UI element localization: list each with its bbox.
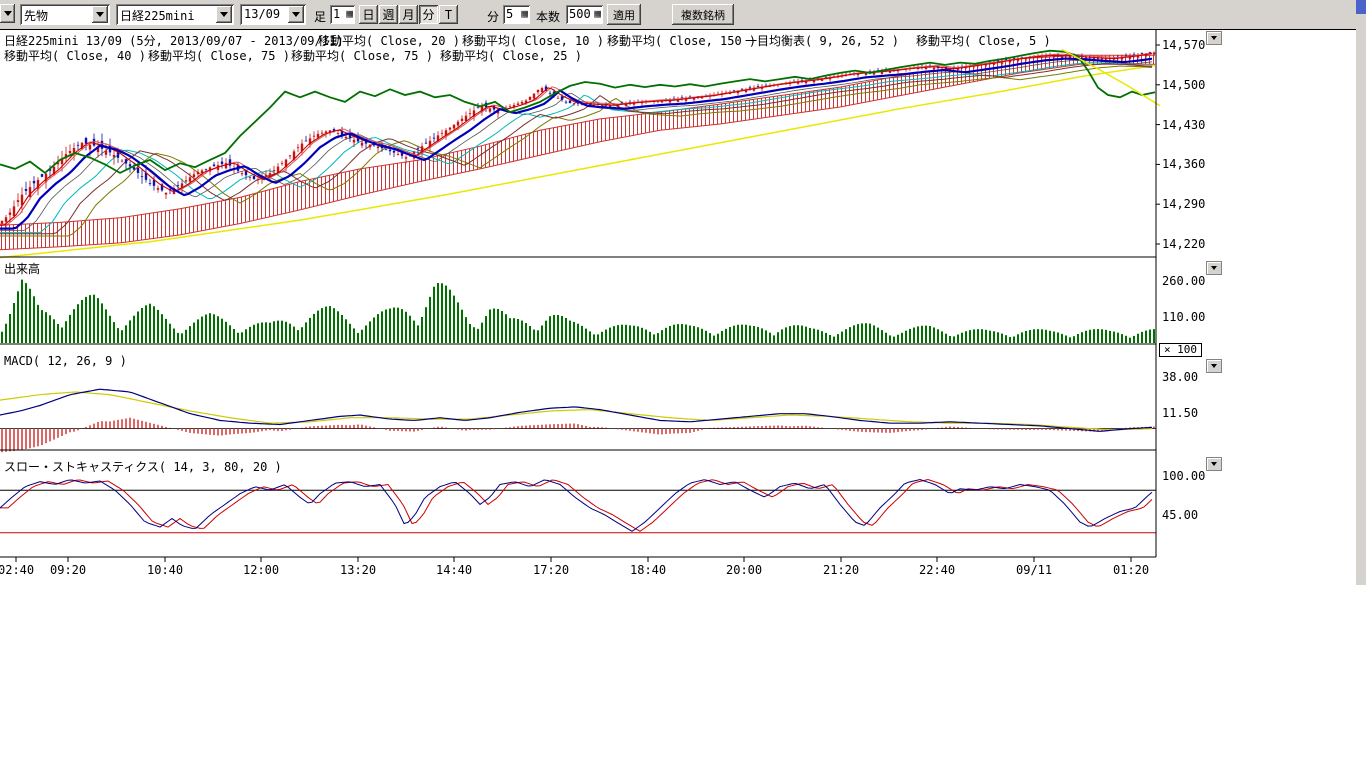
legend-item: 移動平均( Close, 25 ) xyxy=(440,47,582,64)
chevron-down-icon xyxy=(1211,36,1217,40)
day-multiplier-input[interactable]: 1 ▦ xyxy=(330,5,355,24)
minute-interval-value: 5 xyxy=(506,7,513,21)
chevron-down-icon xyxy=(1211,462,1217,466)
symbol-value: 日経225mini xyxy=(120,7,195,24)
legend-item: 移動平均( Close, 5 ) xyxy=(916,32,1051,49)
contract-month-combobox[interactable]: 13/09 xyxy=(240,4,306,25)
chevron-down-icon[interactable] xyxy=(216,6,232,23)
legend-item: 一目均衡表( 9, 26, 52 ) xyxy=(745,32,899,49)
contract-month-value: 13/09 xyxy=(244,7,280,21)
timeframe-month-button[interactable]: 月 xyxy=(399,5,418,24)
volume-multiplier-badge: × 100 xyxy=(1159,343,1202,357)
volume-panel-label: 出来高 xyxy=(4,260,40,277)
volume-panel-dropdown-button[interactable] xyxy=(1206,261,1222,275)
numpad-icon[interactable]: ▦ xyxy=(346,7,353,20)
timeframe-day-button[interactable]: 日 xyxy=(359,5,378,24)
legend-item: 移動平均( Close, 150 ) xyxy=(607,32,756,49)
corner-dropdown-arrow-icon[interactable] xyxy=(0,4,15,23)
numpad-icon[interactable]: ▦ xyxy=(521,7,528,20)
bar-count-label: 本数 xyxy=(536,8,560,25)
legend-item: 移動平均( Close, 75 ) xyxy=(291,47,433,64)
bar-type-label: 足 xyxy=(314,8,326,25)
chevron-down-icon[interactable] xyxy=(288,6,304,23)
instrument-type-value: 先物 xyxy=(24,7,48,24)
instrument-type-combobox[interactable]: 先物 xyxy=(20,4,110,25)
minute-interval-input[interactable]: 5 ▦ xyxy=(503,5,530,24)
toolbar: 先物 日経225mini 13/09 足 1 ▦ 日 週 月 分 T 分 5 ▦… xyxy=(0,0,1356,30)
timeframe-week-button[interactable]: 週 xyxy=(379,5,398,24)
bar-count-value: 500 xyxy=(569,7,591,21)
multi-symbol-button[interactable]: 複数銘柄 xyxy=(672,4,734,25)
symbol-combobox[interactable]: 日経225mini xyxy=(116,4,234,25)
day-multiplier-value: 1 xyxy=(333,7,340,21)
chevron-down-icon xyxy=(4,11,12,16)
apply-button[interactable]: 適用 xyxy=(607,4,641,25)
chart-plot[interactable] xyxy=(0,0,1356,590)
stoch-panel-dropdown-button[interactable] xyxy=(1206,457,1222,471)
stoch-panel-label: スロー・ストキャスティクス( 14, 3, 80, 20 ) xyxy=(4,458,282,475)
numpad-icon[interactable]: ▦ xyxy=(594,7,601,20)
chevron-down-icon xyxy=(1211,364,1217,368)
macd-panel-label: MACD( 12, 26, 9 ) xyxy=(4,354,127,368)
legend-item: 移動平均( Close, 75 ) xyxy=(148,47,290,64)
minute-interval-label: 分 xyxy=(487,8,499,25)
scrollbar-thumb[interactable] xyxy=(1356,0,1366,14)
vertical-scrollbar[interactable] xyxy=(1356,0,1366,585)
chevron-down-icon xyxy=(1211,266,1217,270)
bar-count-input[interactable]: 500 ▦ xyxy=(566,5,603,24)
timeframe-minute-button[interactable]: 分 xyxy=(419,5,438,24)
timeframe-tick-button[interactable]: T xyxy=(439,5,458,24)
legend-item: 移動平均( Close, 40 ) xyxy=(4,47,146,64)
chevron-down-icon[interactable] xyxy=(92,6,108,23)
macd-panel-dropdown-button[interactable] xyxy=(1206,359,1222,373)
price-panel-dropdown-button[interactable] xyxy=(1206,31,1222,45)
